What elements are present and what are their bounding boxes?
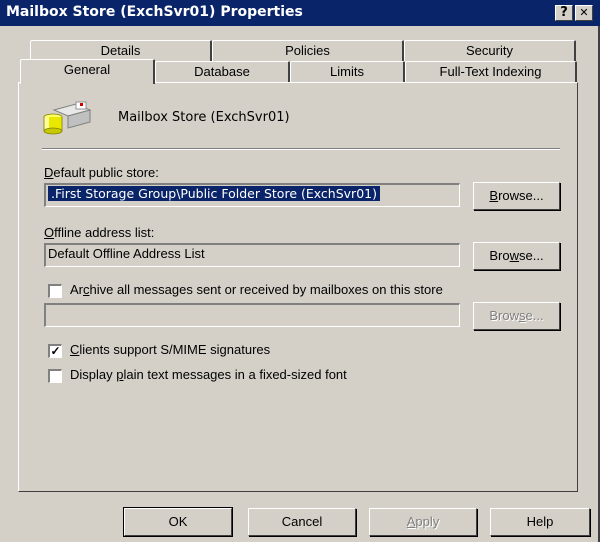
tab-limits[interactable]: Limits xyxy=(290,61,405,83)
plain-text-checkbox[interactable] xyxy=(48,369,62,383)
tab-policies-label: Policies xyxy=(285,43,330,58)
archive-checkbox[interactable] xyxy=(48,284,62,298)
apply-button: Apply xyxy=(369,508,477,536)
archive-recipient-field xyxy=(44,303,460,327)
close-icon[interactable]: ✕ xyxy=(575,5,593,21)
tab-general-label: General xyxy=(63,62,111,77)
title-bar[interactable]: Mailbox Store (ExchSvr01) Properties ? ✕ xyxy=(0,0,600,26)
check-mark-icon: ✓ xyxy=(50,344,61,358)
archive-label[interactable]: Archive all messages sent or received by… xyxy=(70,282,443,297)
tab-database[interactable]: Database xyxy=(155,61,290,83)
offline-address-list-value: Default Offline Address List xyxy=(48,246,205,261)
ok-button[interactable]: OK xyxy=(123,507,233,537)
plain-text-label[interactable]: Display plain text messages in a fixed-s… xyxy=(70,367,347,382)
cancel-button[interactable]: Cancel xyxy=(248,508,356,536)
tab-security[interactable]: Security xyxy=(404,40,576,62)
offline-address-list-field[interactable]: Default Offline Address List xyxy=(44,243,460,267)
help-button[interactable]: Help xyxy=(490,508,590,536)
tab-general[interactable]: General xyxy=(20,59,155,84)
tab-full-text-indexing-label: Full-Text Indexing xyxy=(439,64,542,79)
default-public-store-label: Default public store: xyxy=(44,165,159,180)
default-public-store-field[interactable]: .First Storage Group\Public Folder Store… xyxy=(44,183,460,207)
header-divider xyxy=(42,148,560,150)
mailbox-store-icon xyxy=(40,100,96,136)
smime-checkbox[interactable]: ✓ xyxy=(48,344,62,358)
archive-browse-button: Browse... xyxy=(473,302,560,330)
tab-details-label: Details xyxy=(100,43,141,58)
default-public-store-value: .First Storage Group\Public Folder Store… xyxy=(48,186,380,201)
tab-limits-label: Limits xyxy=(330,64,364,79)
store-name-label: Mailbox Store (ExchSvr01) xyxy=(118,110,290,125)
default-public-store-browse-button[interactable]: Browse... xyxy=(473,182,560,210)
offline-address-list-browse-button[interactable]: Browse... xyxy=(473,242,560,270)
help-title-button[interactable]: ? xyxy=(555,5,573,21)
tab-full-text-indexing[interactable]: Full-Text Indexing xyxy=(405,61,577,83)
window-title: Mailbox Store (ExchSvr01) Properties xyxy=(6,4,303,20)
smime-label[interactable]: Clients support S/MIME signatures xyxy=(70,342,270,357)
tab-database-label: Database xyxy=(194,64,250,79)
tab-security-label: Security xyxy=(466,43,513,58)
tab-policies[interactable]: Policies xyxy=(212,40,404,62)
offline-address-list-label: Offline address list: xyxy=(44,225,155,240)
properties-dialog: Mailbox Store (ExchSvr01) Properties ? ✕… xyxy=(0,0,600,542)
